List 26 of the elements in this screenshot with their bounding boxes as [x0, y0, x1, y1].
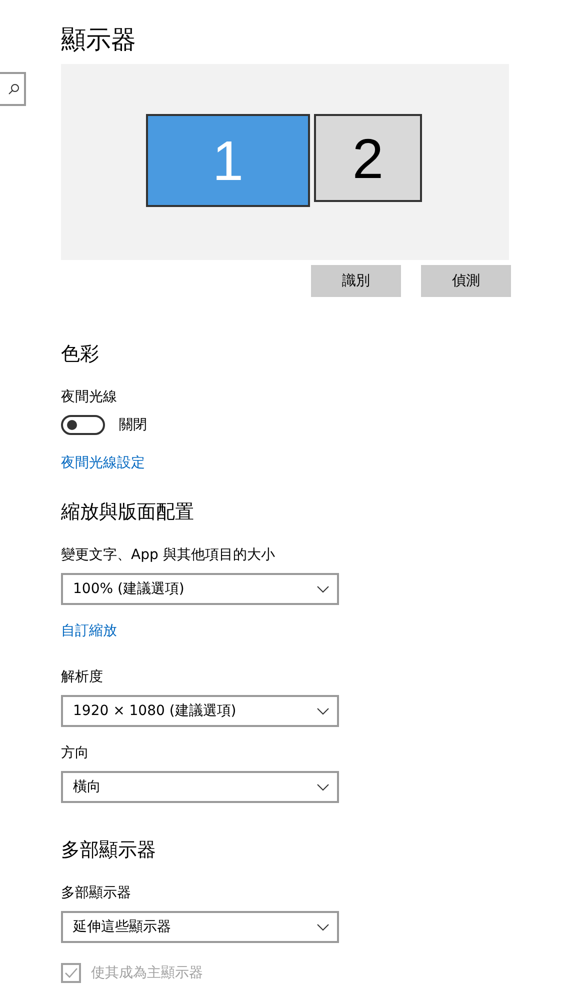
- action-button[interactable]: 識別: [311, 265, 401, 297]
- chevron-down-icon: [317, 784, 329, 790]
- dropdown[interactable]: 延伸這些顯示器: [61, 911, 339, 943]
- field-label: 多部顯示器: [61, 884, 131, 903]
- action-button[interactable]: 偵測: [421, 265, 511, 297]
- checkbox-label: 使其成為主顯示器: [91, 964, 203, 982]
- section-heading: 縮放與版面配置: [61, 500, 194, 525]
- chevron-down-icon: [317, 586, 329, 592]
- field-label: 變更文字、App 與其他項目的大小: [61, 546, 275, 565]
- field-label: 方向: [61, 744, 89, 763]
- settings-link[interactable]: 夜間光線設定: [61, 453, 145, 473]
- section-heading: 多部顯示器: [61, 838, 156, 863]
- dropdown[interactable]: 1920 × 1080 (建議選項): [61, 695, 339, 727]
- page-title: 顯示器: [61, 24, 136, 56]
- toggle-state-text: 關閉: [119, 416, 147, 434]
- chevron-down-icon: [317, 708, 329, 714]
- dropdown[interactable]: 100% (建議選項): [61, 573, 339, 605]
- dropdown[interactable]: 橫向: [61, 771, 339, 803]
- toggle-switch[interactable]: [61, 415, 105, 435]
- section-heading: 色彩: [61, 342, 99, 367]
- field-label: 解析度: [61, 668, 103, 687]
- chevron-down-icon: [317, 924, 329, 930]
- search-icon: [8, 83, 20, 95]
- monitor-tile[interactable]: 2: [314, 114, 422, 202]
- settings-link[interactable]: 自訂縮放: [61, 621, 117, 641]
- field-label: 夜間光線: [61, 388, 117, 407]
